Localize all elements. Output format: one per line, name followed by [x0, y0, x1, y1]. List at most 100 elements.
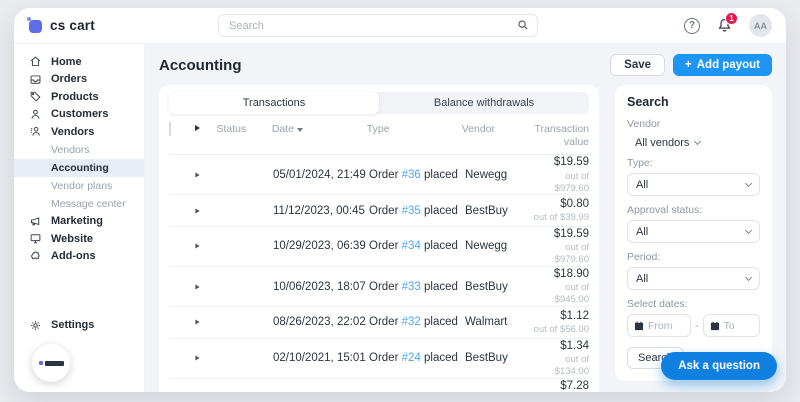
sidebar-item-orders[interactable]: Orders: [14, 71, 144, 89]
search-icon: [516, 18, 530, 32]
app-window: cs cart ? 1 AA: [14, 8, 786, 392]
sidebar-item-label: Add-ons: [51, 250, 96, 262]
col-status[interactable]: Status: [216, 123, 271, 135]
expand-row-icon[interactable]: [195, 208, 199, 213]
table-header: Status Date Type Vendor Transaction valu…: [169, 114, 589, 155]
select-all-checkbox[interactable]: [169, 122, 171, 136]
vendor-label: Vendor: [627, 118, 760, 130]
type-select[interactable]: All: [627, 173, 760, 196]
website-icon: [28, 232, 42, 245]
topbar-actions: ? 1 AA: [684, 14, 772, 37]
tab-balance-withdrawals[interactable]: Balance withdrawals: [379, 92, 589, 114]
row-date: 10/29/2023, 06:39: [273, 240, 369, 252]
expand-all-icon[interactable]: [195, 125, 200, 131]
row-value: $7.28: [529, 379, 589, 392]
table-row[interactable]: 11/12/2023, 00:45 Order #35 placed BestB…: [169, 195, 589, 227]
table-row[interactable]: 08/26/2023, 22:02 Order #32 placed Walma…: [169, 307, 589, 339]
select-dates-label: Select dates:: [627, 298, 760, 310]
sidebar-subitem-accounting[interactable]: Accounting: [14, 159, 144, 177]
sidebar-item-addons[interactable]: Add-ons: [14, 248, 144, 266]
expand-row-icon[interactable]: [195, 284, 199, 289]
order-link[interactable]: #34: [402, 240, 421, 252]
chevron-down-icon: [745, 226, 752, 233]
expand-row-icon[interactable]: [195, 320, 199, 325]
sidebar-item-marketing[interactable]: Marketing: [14, 213, 144, 231]
notifications-button[interactable]: 1: [716, 17, 733, 34]
sidebar-item-products[interactable]: Products: [14, 88, 144, 106]
row-type: Order #35 placed: [369, 205, 465, 217]
calendar-icon: [634, 321, 644, 331]
vendors-icon: [28, 125, 42, 138]
row-value-sub: out of $39.99: [529, 212, 589, 224]
order-link[interactable]: #24: [402, 352, 421, 364]
row-value: $19.59: [529, 155, 589, 169]
period-select[interactable]: All: [627, 267, 760, 290]
home-icon: [28, 55, 42, 68]
save-button[interactable]: Save: [610, 54, 665, 76]
table-row[interactable]: 08/23/2019, 13:45 Order #8 placed Adoram…: [169, 379, 589, 392]
cs-cart-logo[interactable]: cs cart: [28, 18, 218, 33]
order-link[interactable]: #36: [402, 169, 421, 181]
date-to-input[interactable]: To: [703, 314, 760, 337]
period-label: Period:: [627, 251, 760, 263]
type-label: Type:: [627, 157, 760, 169]
tab-transactions[interactable]: Transactions: [169, 92, 379, 114]
search-panel-title: Search: [627, 95, 760, 109]
col-date[interactable]: Date: [272, 123, 367, 135]
plus-icon: +: [685, 59, 692, 71]
sidebar-subitem-vendors[interactable]: Vendors: [14, 141, 144, 159]
help-icon[interactable]: ?: [684, 18, 700, 34]
sidebar: Home Orders Products: [14, 44, 145, 392]
topbar: cs cart ? 1 AA: [14, 8, 786, 44]
search-input[interactable]: [218, 14, 538, 37]
order-link[interactable]: #32: [402, 316, 421, 328]
row-date: 02/10/2021, 15:01: [273, 352, 369, 364]
table-row[interactable]: 10/29/2023, 06:39 Order #34 placed Neweg…: [169, 227, 589, 267]
chevron-down-icon: [694, 138, 701, 145]
chevron-down-icon: [745, 179, 752, 186]
sidebar-item-label: Settings: [51, 319, 94, 331]
col-vendor[interactable]: Vendor: [462, 123, 525, 135]
date-from-input[interactable]: From: [627, 314, 691, 337]
col-type[interactable]: Type: [367, 123, 462, 135]
row-date: 08/26/2023, 22:02: [273, 316, 369, 328]
marketplace-badge[interactable]: [32, 344, 70, 382]
expand-row-icon[interactable]: [195, 356, 199, 361]
sidebar-item-settings[interactable]: Settings: [14, 317, 144, 335]
row-vendor: Walmart: [465, 316, 529, 328]
row-value: $18.90: [529, 267, 589, 281]
products-icon: [28, 90, 42, 103]
table-row[interactable]: 02/10/2021, 15:01 Order #24 placed BestB…: [169, 339, 589, 379]
row-date: 10/06/2023, 18:07: [273, 281, 369, 293]
expand-row-icon[interactable]: [195, 244, 199, 249]
col-transaction-value[interactable]: Transaction value: [525, 123, 589, 149]
order-link[interactable]: #33: [402, 281, 421, 293]
sidebar-item-label: Customers: [51, 108, 108, 120]
sidebar-item-label: Orders: [51, 73, 87, 85]
row-type: Order #32 placed: [369, 316, 465, 328]
row-type: Order #34 placed: [369, 240, 465, 252]
order-link[interactable]: #35: [402, 205, 421, 217]
sidebar-subitem-message-center[interactable]: Message center: [14, 195, 144, 213]
vendor-dropdown[interactable]: All vendors: [627, 137, 760, 149]
table-row[interactable]: 10/06/2023, 18:07 Order #33 placed BestB…: [169, 267, 589, 307]
sidebar-item-home[interactable]: Home: [14, 53, 144, 71]
sidebar-item-customers[interactable]: Customers: [14, 106, 144, 124]
badge-logo-bar: [45, 361, 64, 366]
expand-row-icon[interactable]: [195, 172, 199, 177]
row-value-sub: out of $979.60: [529, 242, 589, 266]
ask-a-question-button[interactable]: Ask a question: [661, 352, 777, 380]
sidebar-item-website[interactable]: Website: [14, 230, 144, 248]
sidebar-item-label: Home: [51, 56, 82, 68]
table-row[interactable]: 05/01/2024, 21:49 Order #36 placed Neweg…: [169, 155, 589, 195]
sidebar-item-vendors[interactable]: Vendors: [14, 123, 144, 141]
row-vendor: BestBuy: [465, 352, 529, 364]
add-payout-button[interactable]: + Add payout: [673, 54, 772, 76]
sidebar-subitem-vendor-plans[interactable]: Vendor plans: [14, 177, 144, 195]
avatar[interactable]: AA: [749, 14, 772, 37]
page-title: Accounting: [159, 57, 242, 74]
approval-status-select[interactable]: All: [627, 220, 760, 243]
row-vendor: BestBuy: [465, 281, 529, 293]
approval-status-label: Approval status:: [627, 204, 760, 216]
row-value: $19.59: [529, 227, 589, 241]
